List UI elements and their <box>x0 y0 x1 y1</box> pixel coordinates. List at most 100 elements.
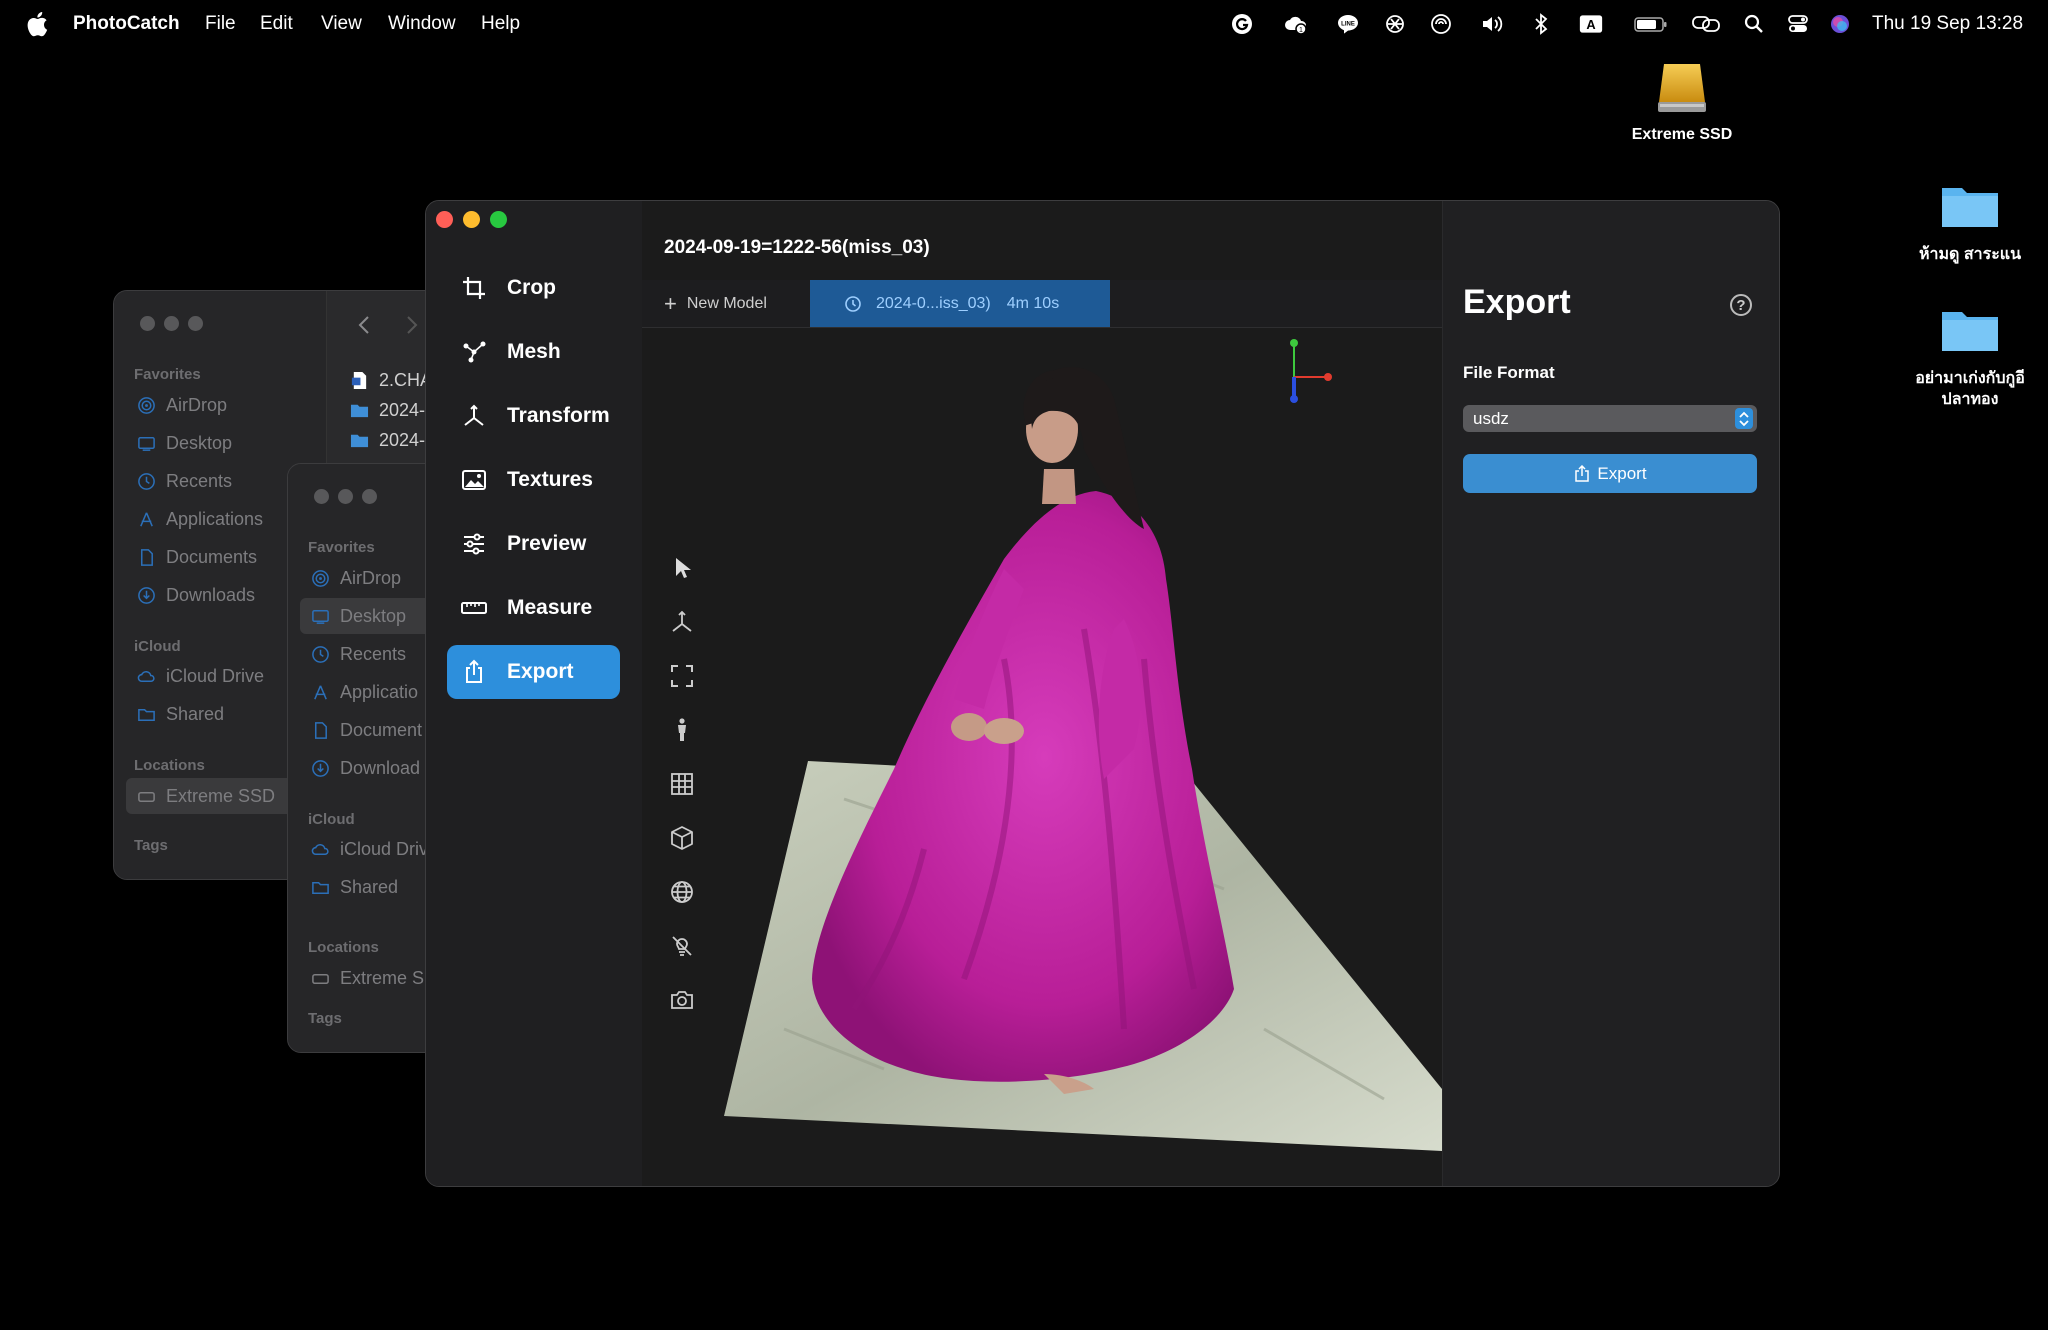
model-editor: 2024-09-19=1222-56(miss_03) + New Model … <box>642 201 1442 1186</box>
menu-view[interactable]: View <box>321 13 362 35</box>
zoom-button[interactable] <box>490 211 507 228</box>
sidebar-item-shared[interactable]: Shared <box>311 877 398 898</box>
minimize-button[interactable] <box>338 489 353 504</box>
zoom-button[interactable] <box>188 316 203 331</box>
minimize-button[interactable] <box>164 316 179 331</box>
clock-icon <box>138 473 155 490</box>
menu-edit[interactable]: Edit <box>260 13 293 35</box>
sidebar-item-airdrop[interactable]: AirDrop <box>311 568 401 589</box>
tool-select[interactable] <box>665 551 699 585</box>
volume-icon[interactable] <box>1479 12 1505 36</box>
sidebar-section-icloud: iCloud <box>134 638 181 655</box>
nav-crop[interactable]: Crop <box>447 261 620 315</box>
input-source-icon[interactable]: A <box>1578 12 1604 36</box>
drive-icon <box>138 791 155 802</box>
menu-bar: PhotoCatch File Edit View Window Help 1 … <box>0 0 2048 48</box>
nav-export[interactable]: Export <box>447 645 620 699</box>
swirl-app-icon[interactable] <box>1428 12 1454 36</box>
sidebar-item-icloud-drive[interactable]: iCloud Driv <box>311 839 428 860</box>
screen-mirroring-icon[interactable] <box>1691 12 1721 36</box>
desktop-drive-extreme-ssd[interactable]: Extreme SSD <box>1620 58 1744 145</box>
minimize-button[interactable] <box>463 211 480 228</box>
menu-window[interactable]: Window <box>388 13 456 35</box>
control-center-icon[interactable] <box>1785 12 1811 36</box>
battery-icon[interactable] <box>1634 12 1668 36</box>
menu-file[interactable]: File <box>205 13 236 35</box>
nav-preview[interactable]: Preview <box>447 517 620 571</box>
file-format-select[interactable]: usdz <box>1463 405 1757 432</box>
sidebar-item-extreme-ssd[interactable]: Extreme S <box>311 968 424 989</box>
camera-icon <box>671 991 693 1009</box>
tool-cube[interactable] <box>665 821 699 855</box>
sidebar-item-documents[interactable]: Document <box>311 720 422 741</box>
file-row[interactable]: 2.CHA <box>350 370 432 391</box>
sidebar-item-applications[interactable]: Applications <box>137 509 263 530</box>
file-row[interactable]: 2024- <box>350 400 425 421</box>
document-icon <box>140 549 153 566</box>
mesh-icon <box>463 341 486 363</box>
cube-icon <box>671 826 693 850</box>
desktop-folder-2[interactable]: อย่ามาเก่งกับกูอี ปลาทอง <box>1900 304 2040 410</box>
sidebar-item-label: Applicatio <box>340 682 419 702</box>
photocatch-window[interactable]: Crop Mesh Transform Textures Preview Mea… <box>425 200 1780 1187</box>
grammarly-icon[interactable] <box>1229 12 1255 36</box>
tool-globe[interactable] <box>665 875 699 909</box>
cloud-icon <box>311 843 329 856</box>
back-chevron-icon[interactable] <box>358 315 370 335</box>
sidebar-item-downloads[interactable]: Download <box>311 758 420 779</box>
sidebar-item-airdrop[interactable]: AirDrop <box>137 395 227 416</box>
sidebar-item-icloud-drive[interactable]: iCloud Drive <box>137 666 264 687</box>
line-app-icon[interactable]: LINE <box>1335 12 1361 36</box>
model-tab[interactable]: 2024-0...iss_03) 4m 10s <box>810 280 1110 327</box>
nav-label: Preview <box>507 532 587 555</box>
menubar-clock[interactable]: Thu 19 Sep 13:28 <box>1872 13 2023 35</box>
sidebar-item-shared[interactable]: Shared <box>137 704 224 725</box>
tool-axes[interactable] <box>665 605 699 639</box>
close-button[interactable] <box>314 489 329 504</box>
sidebar-item-extreme-ssd[interactable]: Extreme SSD <box>126 778 306 814</box>
3d-viewport[interactable] <box>704 329 1442 1186</box>
model-render <box>724 367 1442 1151</box>
cloud-sync-icon[interactable]: 1 <box>1283 12 1309 36</box>
sidebar-item-applications[interactable]: Applicatio <box>311 682 418 703</box>
spotlight-search-icon[interactable] <box>1741 12 1767 36</box>
app-menu[interactable]: PhotoCatch <box>73 13 180 35</box>
nav-mesh[interactable]: Mesh <box>447 325 620 379</box>
help-icon[interactable]: ? <box>1730 294 1752 316</box>
tool-frame[interactable] <box>665 659 699 693</box>
export-button[interactable]: Export <box>1463 454 1757 493</box>
close-button[interactable] <box>436 211 453 228</box>
apple-logo-icon[interactable] <box>26 11 48 37</box>
sidebar-item-recents[interactable]: Recents <box>311 644 406 665</box>
desktop-folder-1[interactable]: ห้ามดู สาระแน <box>1900 180 2040 265</box>
sidebar-section-favorites: Favorites <box>134 366 201 383</box>
sidebar-item-recents[interactable]: Recents <box>137 471 232 492</box>
file-row[interactable]: 2024- <box>350 430 425 451</box>
plus-icon: + <box>664 290 677 316</box>
forward-chevron-icon[interactable] <box>406 315 418 335</box>
sidebar-item-desktop[interactable]: Desktop <box>137 433 232 454</box>
close-button[interactable] <box>140 316 155 331</box>
nav-transform[interactable]: Transform <box>447 389 620 443</box>
download-icon <box>138 587 155 604</box>
siri-icon[interactable] <box>1827 12 1853 36</box>
axes-icon <box>672 610 692 632</box>
new-model-tab[interactable]: + New Model <box>642 280 810 327</box>
nav-measure[interactable]: Measure <box>447 581 620 635</box>
nav-textures[interactable]: Textures <box>447 453 620 507</box>
bluetooth-icon[interactable] <box>1528 12 1554 36</box>
tool-figure[interactable] <box>665 713 699 747</box>
sidebar-item-documents[interactable]: Documents <box>137 547 257 568</box>
export-button-label: Export <box>1597 463 1647 483</box>
tool-snapshot[interactable] <box>665 983 699 1017</box>
axis-gizmo[interactable] <box>1284 337 1354 417</box>
nav-label: Mesh <box>507 340 561 363</box>
chatgpt-icon[interactable] <box>1382 12 1408 36</box>
sidebar-item-label: Extreme S <box>340 968 425 988</box>
menu-help[interactable]: Help <box>481 13 520 35</box>
tool-lighting[interactable] <box>665 929 699 963</box>
tool-grid[interactable] <box>665 767 699 801</box>
zoom-button[interactable] <box>362 489 377 504</box>
document-icon <box>314 722 327 739</box>
sidebar-item-downloads[interactable]: Downloads <box>137 585 255 606</box>
